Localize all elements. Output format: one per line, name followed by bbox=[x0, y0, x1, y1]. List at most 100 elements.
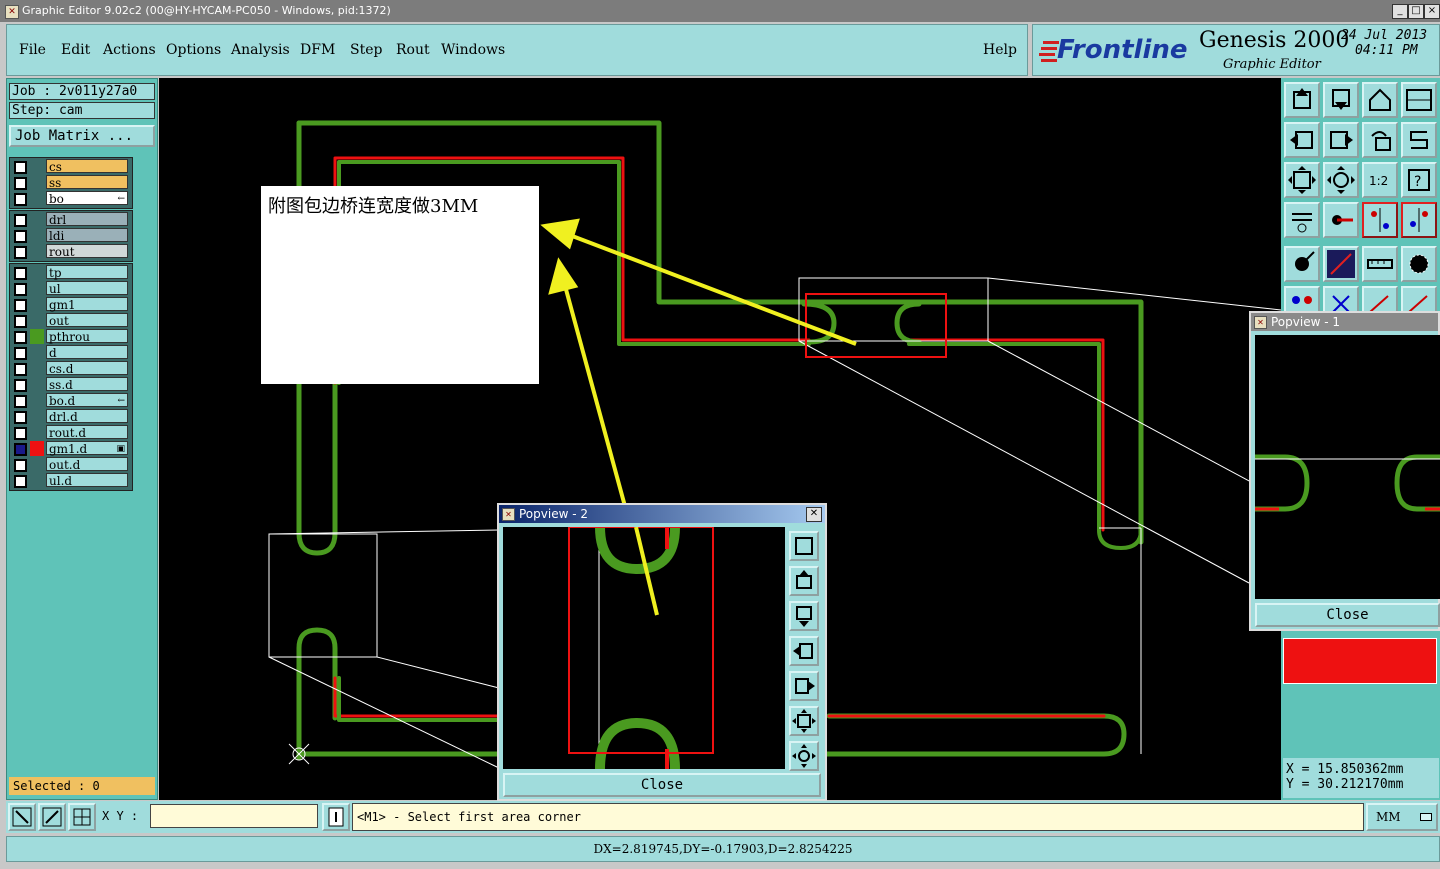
layer-row[interactable]: rout.d bbox=[10, 425, 132, 441]
pv-pan-left-icon[interactable] bbox=[789, 636, 819, 666]
layer-color-swatch[interactable] bbox=[30, 313, 44, 328]
ruler-icon[interactable] bbox=[1362, 246, 1398, 282]
pv-pan-right-icon[interactable] bbox=[789, 671, 819, 701]
layer-color-swatch[interactable] bbox=[30, 297, 44, 312]
layer-row[interactable]: ldi bbox=[10, 228, 132, 244]
pv-fit-profile-icon[interactable] bbox=[789, 741, 819, 771]
popview-1-close-button[interactable]: Close bbox=[1255, 603, 1440, 627]
layer-checkbox[interactable] bbox=[14, 267, 27, 280]
layer-checkbox[interactable] bbox=[14, 331, 27, 344]
layer-checkbox[interactable] bbox=[14, 299, 27, 312]
layer-row[interactable]: ss.d bbox=[10, 377, 132, 393]
layer-row[interactable]: bo ← bbox=[10, 191, 132, 207]
tools-icon[interactable] bbox=[1284, 202, 1320, 238]
grid-mode-icon[interactable] bbox=[68, 803, 96, 831]
units-selector[interactable]: MM bbox=[1366, 803, 1438, 831]
layer-name[interactable]: ul.d bbox=[46, 473, 128, 488]
layer-row[interactable]: out.d bbox=[10, 457, 132, 473]
layer-checkbox[interactable] bbox=[14, 230, 27, 243]
drill-icon[interactable] bbox=[1284, 246, 1320, 282]
layer-color-swatch[interactable] bbox=[30, 441, 44, 456]
measure-mode-icon[interactable] bbox=[38, 803, 66, 831]
layer-name[interactable]: ldi bbox=[46, 228, 128, 243]
job-matrix-button[interactable]: Job Matrix ... bbox=[9, 125, 155, 147]
menu-file[interactable]: File bbox=[19, 42, 46, 58]
layer-checkbox[interactable] bbox=[14, 363, 27, 376]
menu-rout[interactable]: Rout bbox=[396, 42, 430, 58]
layer-checkbox[interactable] bbox=[14, 315, 27, 328]
layer-color-swatch[interactable] bbox=[30, 159, 44, 174]
layer-checkbox[interactable] bbox=[14, 427, 27, 440]
popview-2-close-button[interactable]: Close bbox=[503, 773, 821, 797]
maximize-button[interactable]: □ bbox=[1408, 4, 1424, 19]
layer-color-swatch[interactable] bbox=[30, 281, 44, 296]
layer-checkbox[interactable] bbox=[14, 161, 27, 174]
menu-options[interactable]: Options bbox=[166, 42, 221, 58]
layer-color-swatch[interactable] bbox=[30, 345, 44, 360]
pv-fit-icon[interactable] bbox=[789, 706, 819, 736]
layer-name[interactable]: ss bbox=[46, 175, 128, 190]
popview-2-titlebar[interactable]: ✕ Popview - 2 ✕ bbox=[499, 505, 825, 523]
popview-1-canvas[interactable] bbox=[1255, 335, 1440, 599]
zoom-down-icon[interactable] bbox=[1323, 82, 1359, 118]
pv-zoom-down-icon[interactable] bbox=[789, 601, 819, 631]
layer-name[interactable]: bo.d ← bbox=[46, 393, 128, 408]
pv-window-icon[interactable] bbox=[789, 531, 819, 561]
minimize-button[interactable]: _ bbox=[1392, 4, 1408, 19]
layer-name[interactable]: ul bbox=[46, 281, 128, 296]
layer-row[interactable]: bo.d ← bbox=[10, 393, 132, 409]
layer-name[interactable]: gm1.d ▣ bbox=[46, 441, 128, 456]
layer-checkbox[interactable] bbox=[14, 443, 27, 456]
undo-zoom-icon[interactable] bbox=[1362, 122, 1398, 158]
popview-1-titlebar[interactable]: ✕ Popview - 1 bbox=[1251, 313, 1438, 331]
layer-color-swatch[interactable] bbox=[30, 265, 44, 280]
layer-color-swatch[interactable] bbox=[30, 244, 44, 259]
layer-row[interactable]: ul bbox=[10, 281, 132, 297]
layer-color-swatch[interactable] bbox=[30, 361, 44, 376]
layer-name[interactable]: ss.d bbox=[46, 377, 128, 392]
fit-profile-icon[interactable] bbox=[1323, 162, 1359, 198]
layer-name[interactable]: pthrou bbox=[46, 329, 128, 344]
layer-name[interactable]: rout bbox=[46, 244, 128, 259]
layer-row[interactable]: rout bbox=[10, 244, 132, 260]
popview-2-canvas[interactable] bbox=[503, 526, 785, 770]
layer-color-swatch[interactable] bbox=[30, 457, 44, 472]
layer-name[interactable]: drl.d bbox=[46, 409, 128, 424]
pin-icon[interactable] bbox=[1323, 202, 1359, 238]
layer-color-swatch[interactable] bbox=[30, 473, 44, 488]
layer-name[interactable]: gm1 bbox=[46, 297, 128, 312]
layer-row[interactable]: pthrou bbox=[10, 329, 132, 345]
pad-icon[interactable] bbox=[1401, 246, 1437, 282]
net-view-icon[interactable] bbox=[1362, 202, 1398, 238]
layer-color-swatch[interactable] bbox=[30, 228, 44, 243]
menu-windows[interactable]: Windows bbox=[441, 42, 505, 58]
menu-actions[interactable]: Actions bbox=[103, 42, 156, 58]
layer-color-swatch[interactable] bbox=[30, 377, 44, 392]
layer-color-swatch[interactable] bbox=[30, 425, 44, 440]
fit-all-icon[interactable] bbox=[1284, 162, 1320, 198]
select-mode-icon[interactable] bbox=[8, 803, 36, 831]
info-icon[interactable] bbox=[322, 803, 350, 831]
layer-color-swatch[interactable] bbox=[30, 393, 44, 408]
layer-color-swatch[interactable] bbox=[30, 175, 44, 190]
layer-name[interactable]: out.d bbox=[46, 457, 128, 472]
layer-row[interactable]: gm1 bbox=[10, 297, 132, 313]
layer-name[interactable]: d bbox=[46, 345, 128, 360]
help-icon[interactable]: ? bbox=[1401, 162, 1437, 198]
xy-input[interactable] bbox=[150, 804, 318, 828]
layer-row[interactable]: gm1.d ▣ bbox=[10, 441, 132, 457]
layer-row[interactable]: drl bbox=[10, 212, 132, 228]
layer-name[interactable]: bo ← bbox=[46, 191, 128, 206]
pan-left-icon[interactable] bbox=[1284, 122, 1320, 158]
layer-row[interactable]: cs.d bbox=[10, 361, 132, 377]
layer-color-swatch[interactable] bbox=[30, 212, 44, 227]
layer-row[interactable]: tp bbox=[10, 265, 132, 281]
layer-row[interactable]: drl.d bbox=[10, 409, 132, 425]
menu-dfm[interactable]: DFM bbox=[300, 42, 335, 58]
scale-1to2-icon[interactable]: 1:2 bbox=[1362, 162, 1398, 198]
pan-right-icon[interactable] bbox=[1323, 122, 1359, 158]
layer-checkbox[interactable] bbox=[14, 379, 27, 392]
layer-name[interactable]: cs.d bbox=[46, 361, 128, 376]
layer-row[interactable]: cs bbox=[10, 159, 132, 175]
layer-checkbox[interactable] bbox=[14, 395, 27, 408]
